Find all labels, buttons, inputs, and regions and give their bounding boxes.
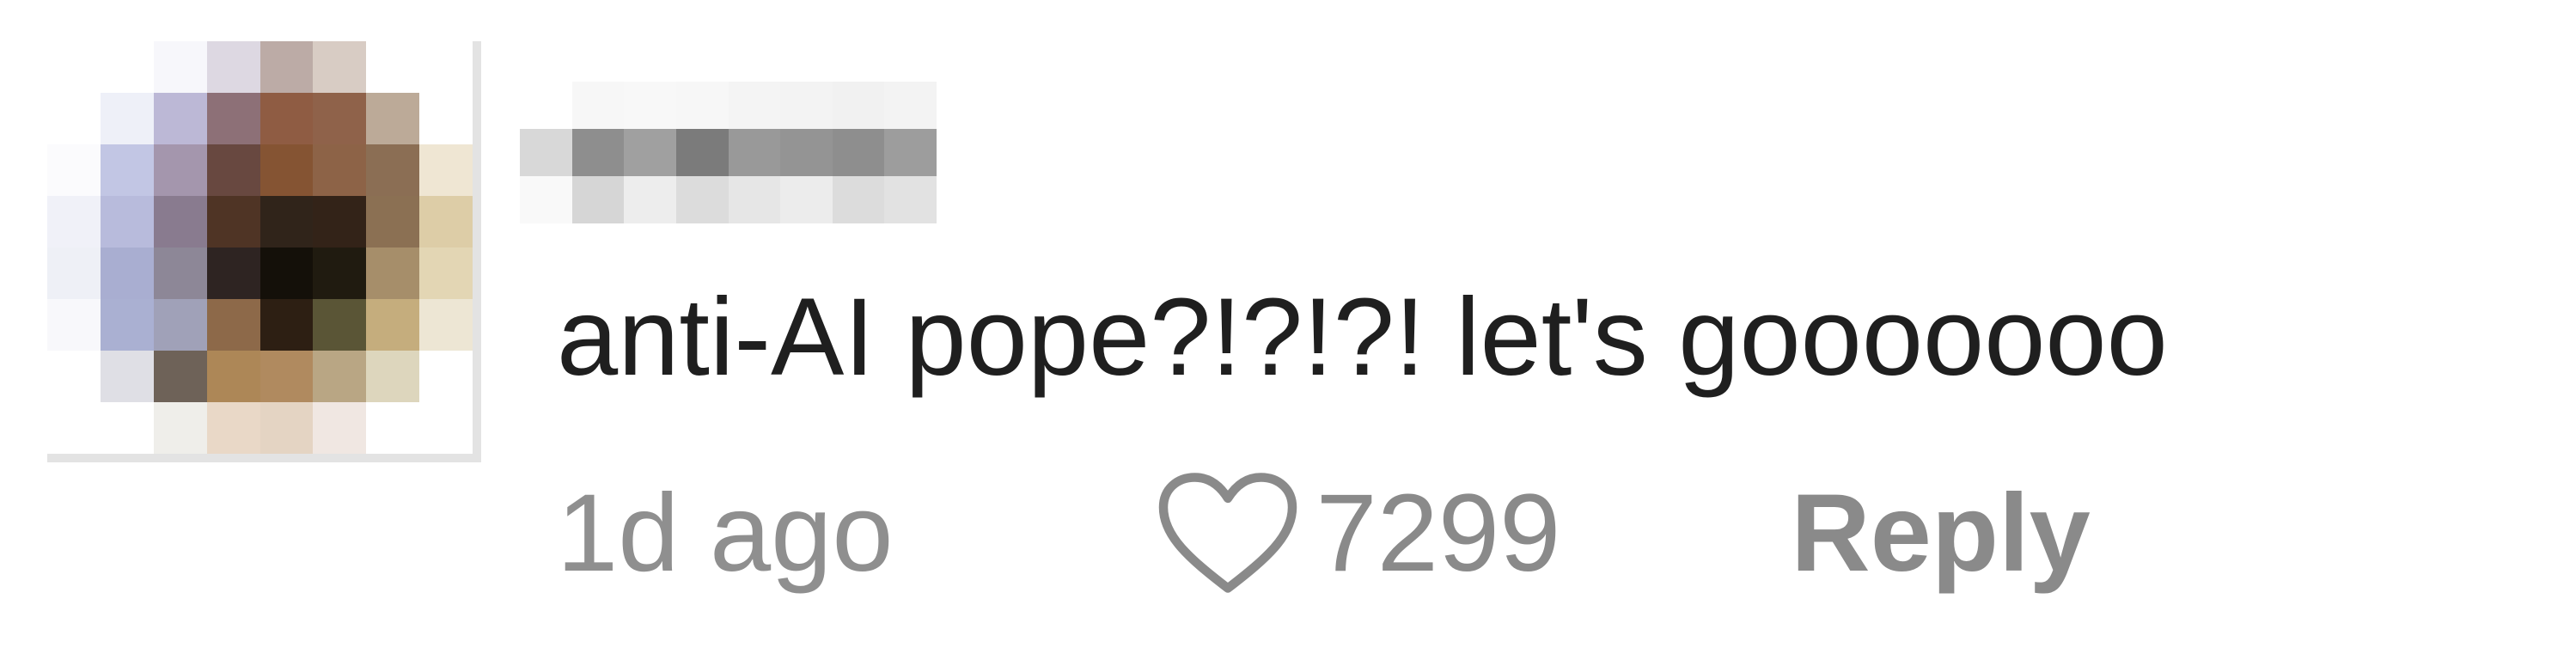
avatar-pixelated-image xyxy=(47,41,473,454)
timestamp: 1d ago xyxy=(557,471,894,595)
comment-meta: 1d ago 7299 Reply xyxy=(557,464,2091,602)
comment-text: anti-AI pope?!?!?! let's gooooooo xyxy=(557,276,2168,399)
avatar[interactable] xyxy=(47,41,481,462)
comment-item: anti-AI pope?!?!?! let's gooooooo 1d ago… xyxy=(0,0,2576,660)
heart-outline-icon[interactable] xyxy=(1151,468,1304,597)
like-button[interactable]: 7299 xyxy=(1151,468,1561,597)
like-count: 7299 xyxy=(1315,471,1561,595)
username-pixelated[interactable] xyxy=(520,82,937,223)
reply-button[interactable]: Reply xyxy=(1791,470,2091,596)
